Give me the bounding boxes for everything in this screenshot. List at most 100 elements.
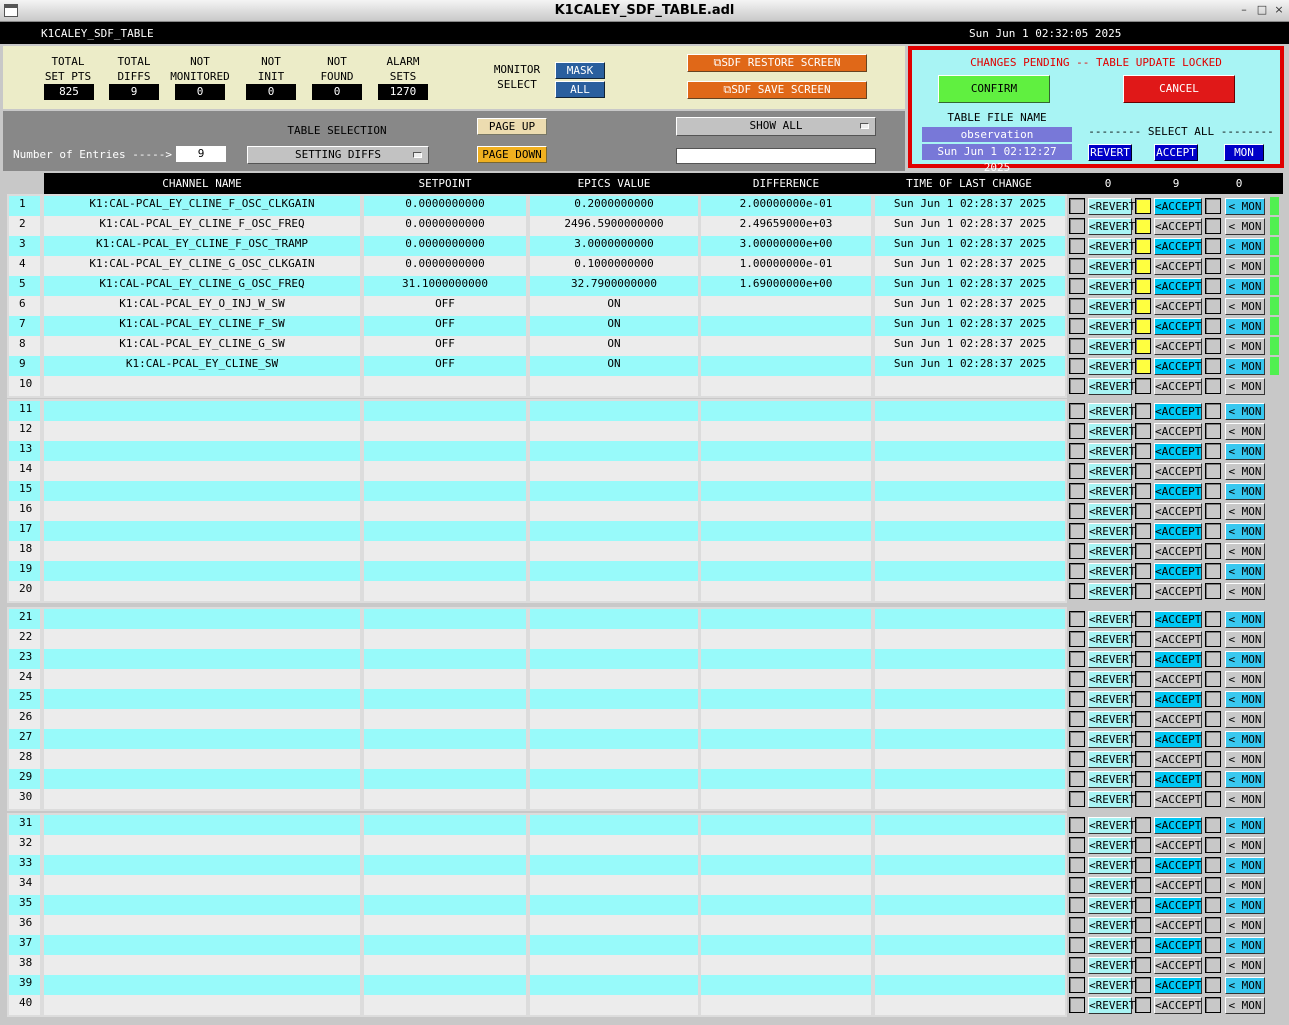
revert-checkbox[interactable]: [1069, 563, 1085, 579]
mon-button[interactable]: < MON: [1225, 338, 1265, 355]
page-down-button[interactable]: PAGE DOWN: [477, 146, 547, 163]
mon-checkbox[interactable]: [1205, 651, 1221, 667]
mon-checkbox[interactable]: [1205, 691, 1221, 707]
mon-checkbox[interactable]: [1205, 298, 1221, 314]
accept-checkbox[interactable]: [1135, 651, 1151, 667]
accept-button[interactable]: <ACCEPT: [1154, 583, 1202, 600]
revert-checkbox[interactable]: [1069, 837, 1085, 853]
accept-checkbox[interactable]: [1135, 771, 1151, 787]
mon-checkbox[interactable]: [1205, 751, 1221, 767]
accept-button[interactable]: <ACCEPT: [1154, 651, 1202, 668]
accept-checkbox[interactable]: [1135, 857, 1151, 873]
revert-checkbox[interactable]: [1069, 218, 1085, 234]
revert-button[interactable]: <REVERT: [1088, 258, 1135, 275]
accept-button[interactable]: <ACCEPT: [1154, 877, 1202, 894]
mon-checkbox[interactable]: [1205, 318, 1221, 334]
revert-checkbox[interactable]: [1069, 403, 1085, 419]
accept-checkbox[interactable]: [1135, 977, 1151, 993]
mon-button[interactable]: < MON: [1225, 483, 1265, 500]
accept-button[interactable]: <ACCEPT: [1154, 751, 1202, 768]
mon-checkbox[interactable]: [1205, 218, 1221, 234]
accept-button[interactable]: <ACCEPT: [1154, 463, 1202, 480]
accept-button[interactable]: <ACCEPT: [1154, 443, 1202, 460]
revert-checkbox[interactable]: [1069, 751, 1085, 767]
accept-checkbox[interactable]: [1135, 791, 1151, 807]
mon-button[interactable]: < MON: [1225, 358, 1265, 375]
accept-button[interactable]: <ACCEPT: [1154, 198, 1202, 215]
accept-button[interactable]: <ACCEPT: [1154, 997, 1202, 1014]
revert-button[interactable]: <REVERT: [1088, 711, 1135, 728]
mon-button[interactable]: < MON: [1225, 543, 1265, 560]
mon-button[interactable]: < MON: [1225, 997, 1265, 1014]
accept-button[interactable]: <ACCEPT: [1154, 298, 1202, 315]
revert-checkbox[interactable]: [1069, 651, 1085, 667]
accept-button[interactable]: <ACCEPT: [1154, 423, 1202, 440]
maximize-icon[interactable]: □: [1255, 3, 1269, 17]
mon-button[interactable]: < MON: [1225, 837, 1265, 854]
mon-button[interactable]: < MON: [1225, 977, 1265, 994]
revert-checkbox[interactable]: [1069, 791, 1085, 807]
mon-checkbox[interactable]: [1205, 443, 1221, 459]
accept-checkbox[interactable]: [1135, 937, 1151, 953]
mon-button[interactable]: < MON: [1225, 403, 1265, 420]
mon-checkbox[interactable]: [1205, 563, 1221, 579]
accept-button[interactable]: <ACCEPT: [1154, 543, 1202, 560]
revert-button[interactable]: <REVERT: [1088, 837, 1135, 854]
accept-checkbox[interactable]: [1135, 218, 1151, 234]
revert-checkbox[interactable]: [1069, 318, 1085, 334]
revert-checkbox[interactable]: [1069, 523, 1085, 539]
show-all-dropdown[interactable]: SHOW ALL: [676, 117, 876, 136]
mon-button[interactable]: < MON: [1225, 378, 1265, 395]
accept-checkbox[interactable]: [1135, 503, 1151, 519]
revert-button[interactable]: <REVERT: [1088, 358, 1135, 375]
mon-checkbox[interactable]: [1205, 937, 1221, 953]
revert-checkbox[interactable]: [1069, 423, 1085, 439]
revert-button[interactable]: <REVERT: [1088, 671, 1135, 688]
revert-button[interactable]: <REVERT: [1088, 483, 1135, 500]
mon-button[interactable]: < MON: [1225, 258, 1265, 275]
mon-button[interactable]: < MON: [1225, 711, 1265, 728]
accept-checkbox[interactable]: [1135, 543, 1151, 559]
accept-button[interactable]: <ACCEPT: [1154, 611, 1202, 628]
mon-button[interactable]: < MON: [1225, 523, 1265, 540]
mon-checkbox[interactable]: [1205, 977, 1221, 993]
revert-button[interactable]: <REVERT: [1088, 583, 1135, 600]
accept-checkbox[interactable]: [1135, 523, 1151, 539]
mon-checkbox[interactable]: [1205, 198, 1221, 214]
mon-button[interactable]: < MON: [1225, 957, 1265, 974]
filter-input[interactable]: [676, 148, 876, 164]
revert-button[interactable]: <REVERT: [1088, 631, 1135, 648]
accept-checkbox[interactable]: [1135, 463, 1151, 479]
mon-checkbox[interactable]: [1205, 997, 1221, 1013]
accept-checkbox[interactable]: [1135, 897, 1151, 913]
select-all-mon-button[interactable]: MON: [1224, 144, 1264, 161]
revert-checkbox[interactable]: [1069, 977, 1085, 993]
accept-checkbox[interactable]: [1135, 423, 1151, 439]
sdf-restore-button[interactable]: ⧉SDF RESTORE SCREEN: [687, 54, 867, 72]
mon-checkbox[interactable]: [1205, 631, 1221, 647]
mon-checkbox[interactable]: [1205, 378, 1221, 394]
accept-checkbox[interactable]: [1135, 691, 1151, 707]
mon-button[interactable]: < MON: [1225, 218, 1265, 235]
page-up-button[interactable]: PAGE UP: [477, 118, 547, 135]
mon-checkbox[interactable]: [1205, 358, 1221, 374]
revert-checkbox[interactable]: [1069, 711, 1085, 727]
mon-checkbox[interactable]: [1205, 523, 1221, 539]
revert-checkbox[interactable]: [1069, 483, 1085, 499]
revert-checkbox[interactable]: [1069, 917, 1085, 933]
accept-checkbox[interactable]: [1135, 997, 1151, 1013]
mon-checkbox[interactable]: [1205, 857, 1221, 873]
accept-checkbox[interactable]: [1135, 751, 1151, 767]
accept-checkbox[interactable]: [1135, 877, 1151, 893]
accept-button[interactable]: <ACCEPT: [1154, 503, 1202, 520]
accept-checkbox[interactable]: [1135, 378, 1151, 394]
revert-button[interactable]: <REVERT: [1088, 691, 1135, 708]
accept-button[interactable]: <ACCEPT: [1154, 857, 1202, 874]
mon-button[interactable]: < MON: [1225, 877, 1265, 894]
revert-checkbox[interactable]: [1069, 631, 1085, 647]
mon-button[interactable]: < MON: [1225, 817, 1265, 834]
accept-checkbox[interactable]: [1135, 443, 1151, 459]
accept-button[interactable]: <ACCEPT: [1154, 837, 1202, 854]
mon-button[interactable]: < MON: [1225, 198, 1265, 215]
accept-button[interactable]: <ACCEPT: [1154, 238, 1202, 255]
